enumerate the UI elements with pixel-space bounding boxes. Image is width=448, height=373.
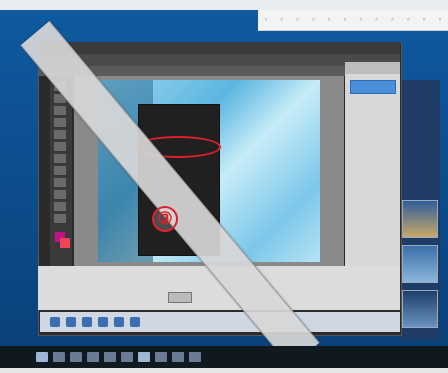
layers-panel-header (345, 62, 400, 74)
toolbar-icon[interactable]: ◦ (355, 16, 367, 24)
taskbar-app-icon[interactable] (70, 352, 82, 362)
bar-icon[interactable] (98, 317, 108, 327)
bottom-icon-bar (40, 312, 400, 332)
panel-button[interactable] (168, 292, 192, 303)
taskbar-app-icon[interactable] (189, 352, 201, 362)
photo-border-bottom (0, 368, 448, 373)
taskbar-app-icon[interactable] (104, 352, 116, 362)
toolbar-icon[interactable]: ◦ (371, 16, 383, 24)
tool-icon[interactable] (54, 214, 66, 223)
toolbar-icon[interactable]: ◦ (323, 16, 335, 24)
tool-icon[interactable] (54, 178, 66, 187)
toolbar-icon[interactable]: ◦ (276, 16, 288, 24)
taskbar-app-icon[interactable] (87, 352, 99, 362)
bar-icon[interactable] (130, 317, 140, 327)
step-number-marker: ③ (152, 206, 178, 232)
toolbar-icon[interactable]: ◦ (307, 16, 319, 24)
bar-icon[interactable] (82, 317, 92, 327)
background-color-swatch[interactable] (60, 238, 70, 248)
toolbar-icon[interactable]: ◦ (339, 16, 351, 24)
layer-thumbnail[interactable] (350, 80, 396, 94)
context-menu-item[interactable] (142, 118, 214, 128)
toolbar-icon[interactable]: ◦ (434, 16, 446, 24)
desktop-thumbnail[interactable] (402, 200, 438, 238)
tool-icon[interactable] (54, 106, 66, 115)
tool-icon[interactable] (54, 154, 66, 163)
taskbar-app-icon[interactable] (138, 352, 150, 362)
toolbar-icon[interactable]: ◦ (292, 16, 304, 24)
photo-border-top (0, 0, 448, 10)
tool-icon[interactable] (54, 130, 66, 139)
tool-icon[interactable] (54, 202, 66, 211)
tool-icon[interactable] (54, 142, 66, 151)
bar-icon[interactable] (50, 317, 60, 327)
tool-icon[interactable] (54, 190, 66, 199)
taskbar-app-icon[interactable] (121, 352, 133, 362)
toolbar-icon[interactable]: ◦ (402, 16, 414, 24)
toolbar-icon[interactable]: ◦ (418, 16, 430, 24)
desktop-thumbnail[interactable] (402, 290, 438, 328)
taskbar-app-icon[interactable] (53, 352, 65, 362)
toolbar-icon[interactable]: ◦ (260, 16, 272, 24)
taskbar-app-icon[interactable] (172, 352, 184, 362)
floating-toolbar[interactable]: ◦ ◦ ◦ ◦ ◦ ◦ ◦ ◦ ◦ ◦ ◦ ◦ (258, 10, 448, 31)
bar-icon[interactable] (66, 317, 76, 327)
desktop-thumbnail[interactable] (402, 245, 438, 283)
start-icon[interactable] (36, 352, 48, 362)
tool-icon[interactable] (54, 118, 66, 127)
windows-taskbar (0, 346, 448, 368)
editor-title-bar[interactable] (38, 42, 400, 54)
bar-icon[interactable] (114, 317, 124, 327)
toolbar-icon[interactable]: ◦ (387, 16, 399, 24)
context-menu-item[interactable] (142, 108, 214, 118)
tool-icon[interactable] (54, 166, 66, 175)
taskbar-app-icon[interactable] (155, 352, 167, 362)
